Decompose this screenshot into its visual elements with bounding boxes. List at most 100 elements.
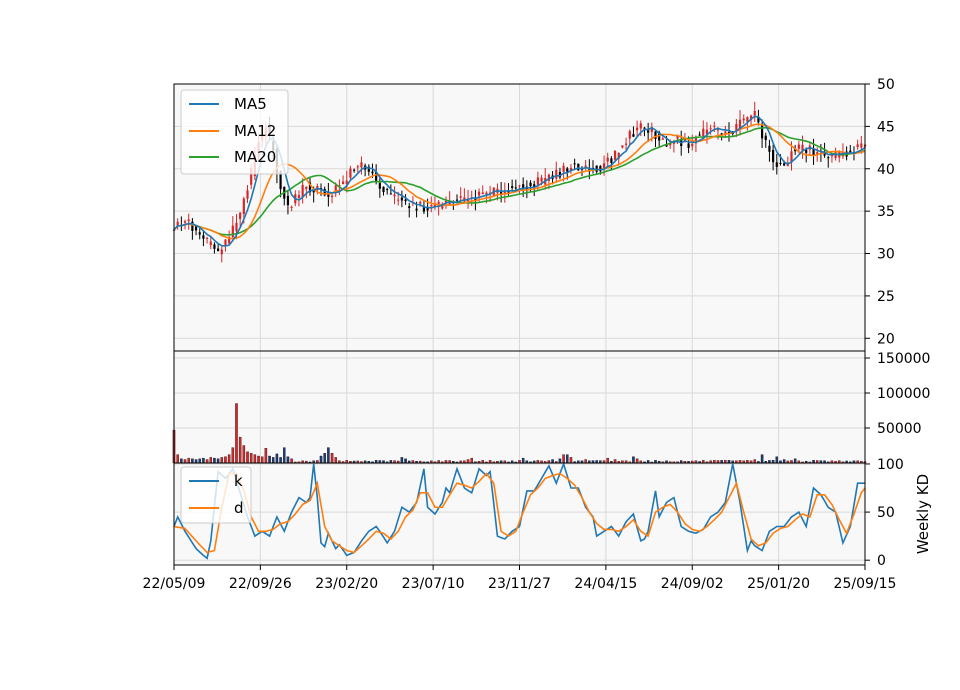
candle-body [555,169,558,179]
candle-body [400,197,403,201]
volume-bar [187,457,190,464]
candle-body [246,190,249,199]
volume-bar [216,458,220,464]
volume-bar [569,457,573,464]
candle-body [187,219,190,222]
x-tick-label: 24/09/02 [661,576,724,592]
x-tick-label: 25/01/20 [747,576,810,592]
volume-bar [334,457,337,464]
x-tick-label: 24/04/15 [574,576,637,592]
volume-bar [264,448,268,464]
volume-bar [180,458,183,464]
candle-body [639,123,642,129]
volume-bar [760,454,764,464]
candle-body [231,225,234,238]
candle-body [397,199,400,201]
candle-body [297,195,301,198]
volume-bar [606,457,609,464]
kd-y-tick-label: 50 [877,505,895,521]
candle-body [691,143,694,147]
legend-d-label: d [234,499,244,517]
volume-bar [319,455,323,464]
candle-body [430,205,433,207]
volume-bar [242,445,246,464]
candle-body [654,131,657,139]
kd-y-tick-label: 100 [877,457,904,473]
candle-body [224,239,227,246]
volume-bar [191,458,194,464]
figure: 22/05/09 22/09/26 23/02/20 23/07/10 23/11/27… [143,77,932,592]
candle-body [514,187,517,189]
volume-bar [238,436,242,464]
volume-bar [753,459,756,464]
candle-body [632,134,635,137]
candle-body [860,143,863,148]
candle-body [518,185,521,187]
candle-body [242,198,245,214]
price-y-tick-label: 30 [877,247,895,263]
legend-ma20-label: MA20 [234,148,276,166]
candle-body [419,201,422,204]
volume-bar [231,447,235,464]
candle-body [286,195,290,206]
volume-bar [400,457,404,464]
price-y-tick-label: 50 [877,77,895,93]
candle-body [217,248,220,251]
volume-bar [246,451,249,464]
price-legend: MA5 MA12 MA20 [180,89,289,175]
candle-body [330,195,334,198]
x-tick-label: 22/05/09 [143,576,206,592]
candle-body [562,165,565,172]
volume-bar [213,457,216,464]
price-y-tick-label: 20 [877,331,895,347]
candle-body [408,206,411,209]
candle-body [661,138,664,140]
volume-bar [198,458,201,464]
candle-body [716,129,720,131]
price-y-tick-label: 40 [877,162,895,178]
candle-body [610,158,613,163]
candle-body [775,162,778,167]
volume-bar [249,453,253,464]
volume-bar [635,458,639,464]
volume-bar [404,458,407,464]
candle-body [477,191,481,196]
candle-body [797,144,800,149]
volume-bar [194,459,198,464]
volume-bar [521,457,525,464]
volume-bar [268,455,271,464]
price-y-tick-label: 45 [877,119,895,135]
price-y-tick-label: 25 [877,289,895,305]
candle-body [764,135,767,141]
candle-body [290,206,293,208]
candle-body [507,191,510,193]
candle-body [536,177,539,185]
volume-bar [782,459,786,464]
candle-body [772,149,775,163]
x-tick-label: 25/09/15 [834,576,897,592]
volume-y-tick-label: 150000 [877,351,930,367]
volume-bar [775,456,779,464]
volume-bar [176,454,179,464]
volume-bar [183,459,187,464]
candle-body [213,244,216,249]
volume-bar [275,453,279,464]
candle-body [577,163,580,171]
volume-bar [562,454,565,464]
candle-body [760,124,764,139]
volume-bar [271,457,275,464]
candle-body [202,235,205,239]
volume-bar [235,403,238,464]
candle-body [485,192,488,195]
volume-bar [283,447,286,464]
x-tick-label: 23/11/27 [488,576,551,592]
candle-body [386,189,389,191]
candle-body [768,145,771,152]
candle-body [183,221,187,223]
candle-body [709,128,712,130]
x-tick-label: 23/02/20 [315,576,378,592]
legend-ma5-label: MA5 [234,95,267,113]
candle-body [235,222,238,232]
candle-body [529,182,532,187]
candle-body [687,143,690,148]
